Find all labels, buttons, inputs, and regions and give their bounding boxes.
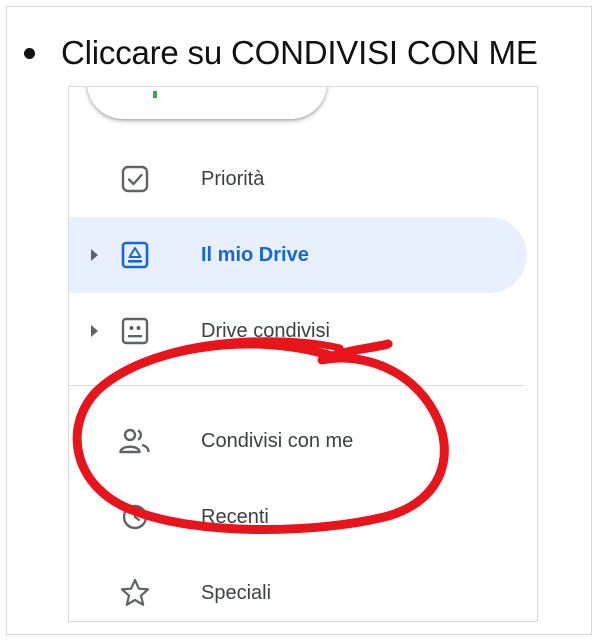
expand-arrow-icon[interactable] — [91, 325, 98, 337]
sidebar-divider — [69, 385, 525, 386]
sidebar-item-label: Condivisi con me — [201, 429, 354, 452]
expand-arrow-icon[interactable] — [91, 249, 98, 261]
my-drive-icon — [117, 237, 153, 273]
sidebar-item-label: Priorità — [201, 167, 265, 190]
sidebar-item-label: Il mio Drive — [201, 243, 309, 266]
priority-checkbox-icon — [117, 161, 153, 197]
sidebar-item-shared-drives[interactable]: Drive condivisi — [69, 293, 527, 369]
instruction: Cliccare su CONDIVISI CON ME — [24, 34, 538, 72]
sidebar-item-my-drive[interactable]: Il mio Drive — [69, 217, 527, 293]
shared-drives-icon — [117, 313, 153, 349]
sidebar-item-shared-with-me[interactable]: Condivisi con me — [69, 403, 527, 479]
drive-sidebar: Priorità Il mio Drive Drive condivisi Co… — [68, 86, 538, 622]
people-icon — [117, 423, 153, 459]
sidebar-item-recent[interactable]: Recenti — [69, 479, 527, 555]
sidebar-item-starred[interactable]: Speciali — [69, 555, 527, 621]
instruction-text: Cliccare su CONDIVISI CON ME — [61, 34, 538, 71]
clock-icon — [117, 499, 153, 535]
sidebar-item-label: Recenti — [201, 505, 269, 528]
sidebar-item-label: Speciali — [201, 581, 272, 604]
bullet-point — [24, 47, 35, 59]
new-button[interactable] — [87, 87, 327, 119]
sidebar-item-priority[interactable]: Priorità — [69, 141, 527, 217]
star-icon — [117, 575, 153, 611]
plus-icon — [153, 91, 157, 98]
sidebar-item-label: Drive condivisi — [201, 319, 330, 342]
